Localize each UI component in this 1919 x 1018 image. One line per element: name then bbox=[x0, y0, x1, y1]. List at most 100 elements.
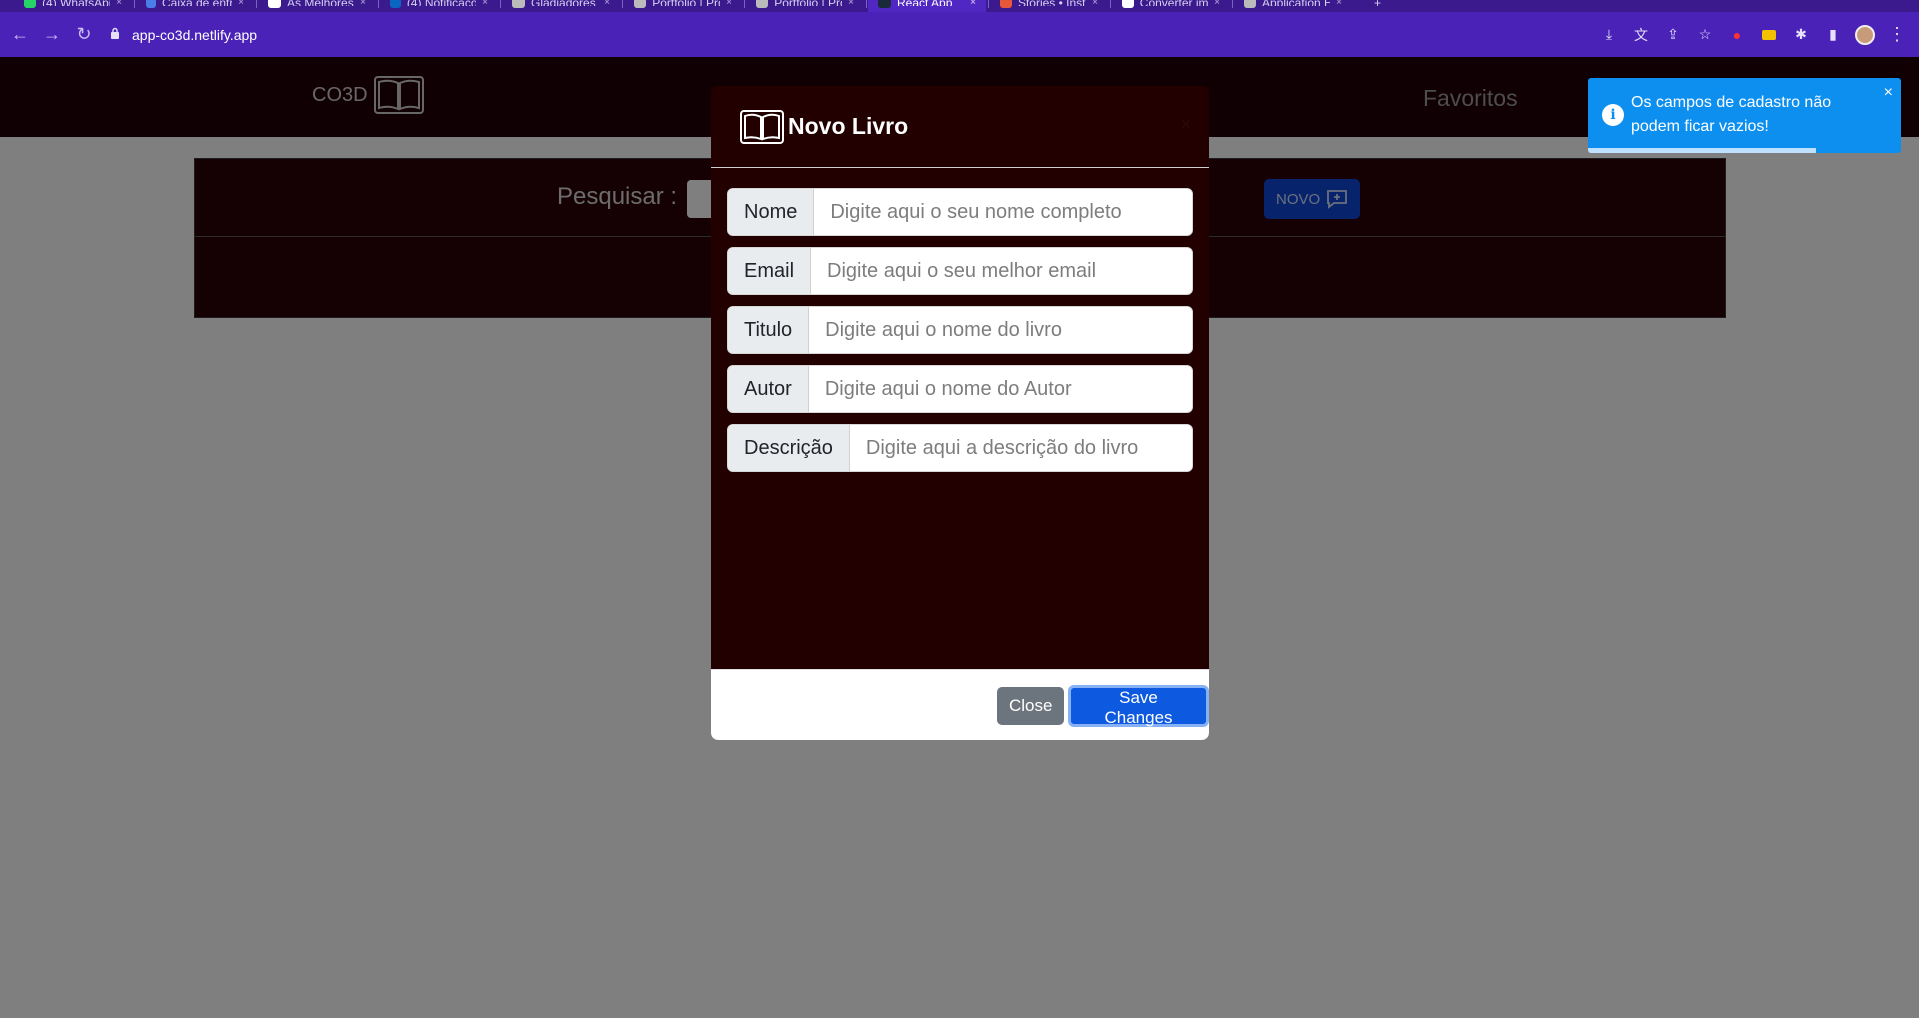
tab-separator bbox=[866, 0, 867, 8]
tab-close-icon[interactable]: × bbox=[848, 0, 854, 8]
tab-favicon-icon bbox=[24, 0, 37, 8]
tab-close-icon[interactable]: × bbox=[726, 0, 732, 8]
titulo-label: Titulo bbox=[728, 307, 810, 353]
tab-close-icon[interactable]: × bbox=[1092, 0, 1098, 8]
tab-separator bbox=[1110, 0, 1111, 8]
tab-title: As Melhores bbox=[287, 0, 354, 6]
translate-icon[interactable]: 文 bbox=[1629, 23, 1653, 47]
tab-close-icon[interactable]: × bbox=[482, 0, 488, 8]
book-icon bbox=[740, 109, 784, 144]
nome-input[interactable] bbox=[814, 189, 1192, 235]
browser-tab[interactable]: Portfolio | Pro × bbox=[624, 0, 742, 12]
tab-title: Converter ima bbox=[1140, 0, 1208, 6]
browser-tab[interactable]: Portfolio | Pro × bbox=[746, 0, 864, 12]
browser-tab[interactable]: Gladiadores × bbox=[502, 0, 620, 12]
share-icon[interactable]: ⇪ bbox=[1661, 23, 1685, 47]
tab-favicon-icon bbox=[512, 0, 525, 8]
tab-separator bbox=[988, 0, 989, 8]
tab-title: (4) Notificações bbox=[407, 0, 476, 6]
browser-tab[interactable]: Application Er × bbox=[1234, 0, 1352, 12]
tab-close-icon[interactable]: × bbox=[360, 0, 366, 8]
tab-favicon-icon bbox=[878, 0, 891, 8]
address-bar[interactable]: app-co3d.netlify.app bbox=[108, 19, 1568, 51]
modal-header: Novo Livro × bbox=[711, 86, 1209, 168]
descricao-field-group: Descrição bbox=[727, 424, 1193, 472]
tab-favicon-icon bbox=[756, 0, 769, 8]
browser-tab[interactable]: React App × bbox=[868, 0, 986, 12]
tab-separator bbox=[622, 0, 623, 8]
titulo-field-group: Titulo bbox=[727, 306, 1193, 354]
tab-separator bbox=[378, 0, 379, 8]
tab-close-icon[interactable]: × bbox=[238, 0, 244, 8]
lock-icon[interactable] bbox=[108, 27, 122, 42]
tab-separator bbox=[744, 0, 745, 8]
toast-progress-bar bbox=[1588, 148, 1817, 153]
browser-tab[interactable]: As Melhores × bbox=[258, 0, 376, 12]
side-panel-icon[interactable]: ▮ bbox=[1821, 23, 1845, 47]
url-text[interactable]: app-co3d.netlify.app bbox=[132, 27, 257, 43]
extension-red-icon[interactable]: ● bbox=[1725, 23, 1749, 47]
back-icon[interactable]: ← bbox=[4, 19, 36, 51]
browser-tab[interactable]: Converter ima × bbox=[1112, 0, 1230, 12]
tab-favicon-icon bbox=[1000, 0, 1012, 8]
browser-tab[interactable]: (4) WhatsApp × bbox=[14, 0, 132, 12]
close-button[interactable]: Close bbox=[997, 687, 1065, 725]
tab-close-icon[interactable]: × bbox=[970, 0, 976, 8]
browser-tab[interactable]: (4) Notificações × bbox=[380, 0, 498, 12]
titulo-input[interactable] bbox=[809, 307, 1192, 353]
modal-title: Novo Livro bbox=[788, 113, 909, 139]
profile-avatar[interactable] bbox=[1853, 23, 1877, 47]
tab-favicon-icon bbox=[268, 0, 281, 8]
tab-favicon-icon bbox=[146, 0, 156, 8]
tab-separator bbox=[256, 0, 257, 8]
tab-title: (4) WhatsApp bbox=[42, 0, 110, 6]
tab-favicon-icon bbox=[1244, 0, 1256, 8]
autor-field-group: Autor bbox=[727, 365, 1193, 413]
email-label: Email bbox=[728, 248, 812, 294]
tab-title: Portfolio | Pro bbox=[652, 0, 720, 6]
extension-yellow-icon[interactable] bbox=[1757, 23, 1781, 47]
modal-close-icon[interactable]: × bbox=[1180, 114, 1191, 135]
tab-separator bbox=[1232, 0, 1233, 8]
tab-separator bbox=[134, 0, 135, 8]
novo-livro-modal: Novo Livro × Nome Email Titulo Autor Des… bbox=[711, 86, 1209, 740]
modal-body: Nome Email Titulo Autor Descrição bbox=[711, 169, 1209, 655]
nome-label: Nome bbox=[728, 189, 815, 235]
tab-favicon-icon bbox=[1122, 0, 1134, 8]
bookmark-star-icon[interactable]: ☆ bbox=[1693, 23, 1717, 47]
tab-title: Caixa de entrada bbox=[162, 0, 232, 6]
tab-favicon-icon bbox=[634, 0, 647, 8]
tab-close-icon[interactable]: × bbox=[604, 0, 610, 8]
tab-favicon-icon bbox=[390, 0, 401, 8]
forward-icon[interactable]: → bbox=[36, 19, 68, 51]
email-input[interactable] bbox=[811, 248, 1192, 294]
install-app-icon[interactable]: ⤓ bbox=[1597, 23, 1621, 47]
descricao-input[interactable] bbox=[849, 425, 1192, 471]
new-tab-button[interactable]: + bbox=[1364, 0, 1388, 12]
tab-close-icon[interactable]: × bbox=[1336, 0, 1342, 8]
toast-message: Os campos de cadastro não podem ficar va… bbox=[1631, 94, 1832, 135]
tab-close-icon[interactable]: × bbox=[1214, 0, 1220, 8]
email-field-group: Email bbox=[727, 247, 1193, 295]
browser-tab[interactable]: Caixa de entrada × bbox=[136, 0, 254, 12]
modal-footer: Close Save Changes bbox=[711, 669, 1209, 740]
extension-bar: ⤓ 文 ⇪ ☆ ● ✱ ▮ ⋮ bbox=[1597, 23, 1919, 47]
error-toast: i Os campos de cadastro não podem ficar … bbox=[1588, 78, 1901, 153]
info-icon: i bbox=[1602, 104, 1624, 126]
tab-separator bbox=[500, 0, 501, 8]
extensions-puzzle-icon[interactable]: ✱ bbox=[1789, 23, 1813, 47]
tab-title: React App bbox=[897, 0, 952, 6]
save-changes-button[interactable]: Save Changes bbox=[1068, 685, 1209, 727]
toast-close-icon[interactable]: × bbox=[1884, 84, 1893, 102]
autor-input[interactable] bbox=[808, 366, 1192, 412]
browser-menu-icon[interactable]: ⋮ bbox=[1885, 23, 1909, 47]
browser-tab[interactable]: Stories • Insta × bbox=[990, 0, 1108, 12]
browser-toolbar: ← → ↻ app-co3d.netlify.app ⤓ 文 ⇪ ☆ ● ✱ ▮… bbox=[0, 12, 1919, 57]
tab-close-icon[interactable]: × bbox=[116, 0, 122, 8]
descricao-label: Descrição bbox=[728, 425, 850, 471]
tab-title: Stories • Insta bbox=[1018, 0, 1086, 6]
autor-label: Autor bbox=[728, 366, 809, 412]
reload-icon[interactable]: ↻ bbox=[68, 19, 100, 51]
tab-title: Application Er bbox=[1262, 0, 1330, 6]
browser-tab-strip: (4) WhatsApp×Caixa de entrada×As Melhore… bbox=[0, 0, 1919, 12]
